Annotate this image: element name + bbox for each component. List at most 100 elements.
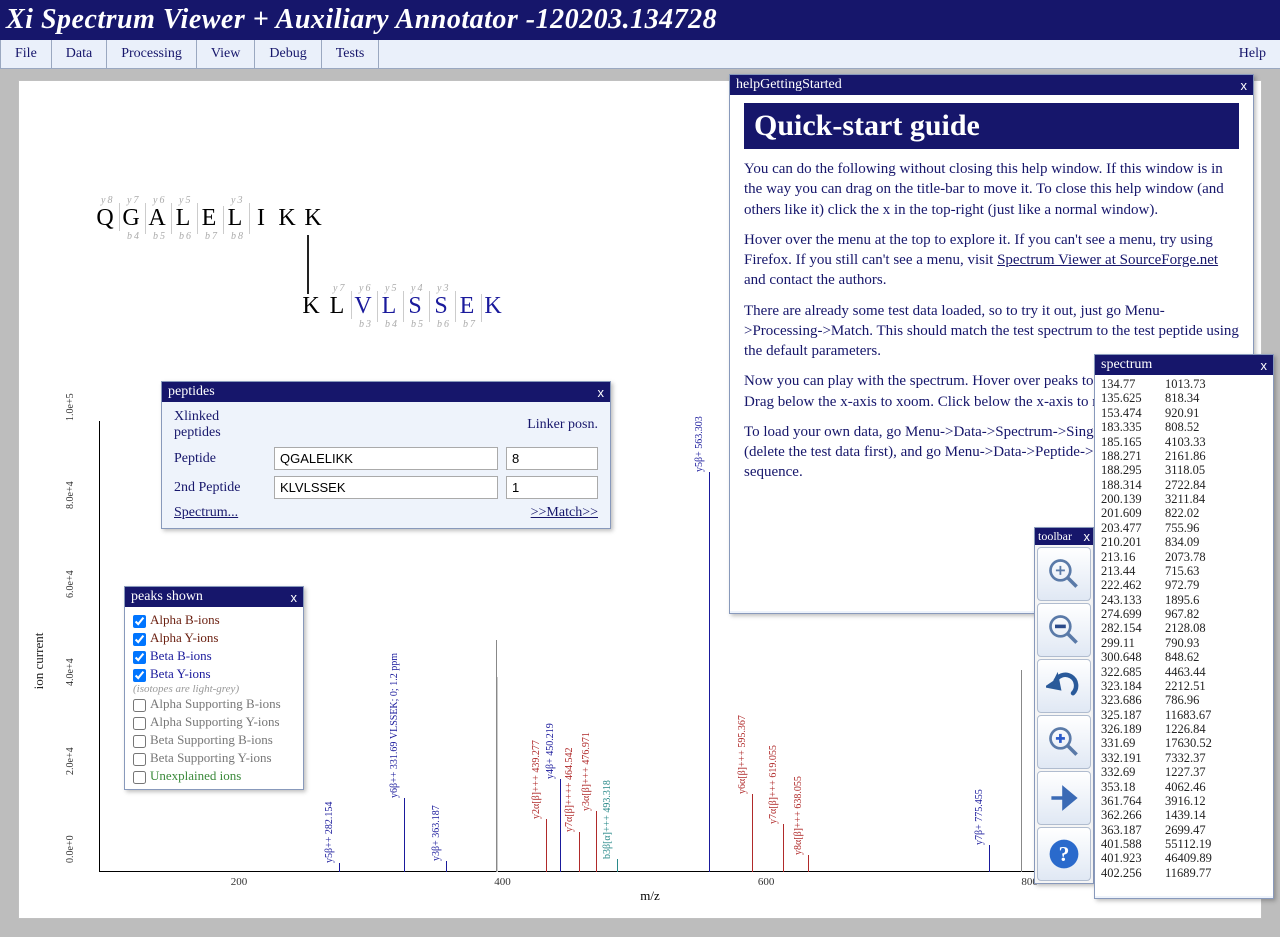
residue: Ly3b8: [225, 205, 247, 232]
zoom-fit-button[interactable]: [1037, 715, 1091, 769]
residue: K: [483, 293, 505, 320]
checkbox[interactable]: [133, 615, 146, 628]
spectrum-row: 243.1331895.6: [1101, 593, 1267, 607]
spectrum-row: 322.6854463.44: [1101, 665, 1267, 679]
checkbox[interactable]: [133, 633, 146, 646]
peak-filter-option[interactable]: Beta Supporting Y-ions: [133, 749, 295, 767]
peak-filter-option[interactable]: Beta B-ions: [133, 647, 295, 665]
menu-processing[interactable]: Processing: [107, 40, 197, 68]
checkbox[interactable]: [133, 651, 146, 664]
undo-button[interactable]: [1037, 659, 1091, 713]
menu-debug[interactable]: Debug: [255, 40, 321, 68]
spectrum-row: 326.1891226.84: [1101, 722, 1267, 736]
peak[interactable]: y8α[β]+++ 638.055: [808, 855, 809, 872]
checkbox[interactable]: [133, 735, 146, 748]
spectrum-row: 362.2661439.14: [1101, 808, 1267, 822]
peak-filter-option[interactable]: Alpha Supporting Y-ions: [133, 713, 295, 731]
peak-filter-option[interactable]: Beta Y-ions: [133, 665, 295, 683]
peptide2-label: 2nd Peptide: [170, 473, 270, 502]
spectrum-panel-title[interactable]: spectrum x: [1095, 355, 1273, 375]
svg-text:?: ?: [1059, 842, 1070, 866]
checkbox[interactable]: [133, 753, 146, 766]
residue: Sy3b6: [431, 293, 453, 320]
toolbar-panel: toolbar x ?: [1034, 527, 1094, 884]
zoom-in-button[interactable]: [1037, 547, 1091, 601]
menu-tests[interactable]: Tests: [322, 40, 380, 68]
spectrum-row: 222.462972.79: [1101, 578, 1267, 592]
spectrum-row: 183.335808.52: [1101, 420, 1267, 434]
toolbar-panel-title[interactable]: toolbar x: [1035, 528, 1093, 545]
close-icon[interactable]: x: [1261, 358, 1268, 373]
spectrum-data-list[interactable]: 134.771013.73135.625818.34153.474920.911…: [1095, 375, 1273, 896]
spectrum-row: 188.3142722.84: [1101, 478, 1267, 492]
match-link[interactable]: >>Match>>: [531, 505, 598, 520]
peak-filter-option[interactable]: Alpha B-ions: [133, 611, 295, 629]
sourceforge-link[interactable]: Spectrum Viewer at SourceForge.net: [997, 252, 1218, 268]
close-icon[interactable]: x: [1084, 529, 1091, 544]
spectrum-row: 188.2712161.86: [1101, 449, 1267, 463]
spectrum-row: 332.691227.37: [1101, 765, 1267, 779]
spectrum-row: 134.771013.73: [1101, 377, 1267, 391]
residue: Qy8: [95, 205, 117, 232]
close-icon[interactable]: x: [291, 590, 298, 605]
peak-filter-option[interactable]: Alpha Supporting B-ions: [133, 695, 295, 713]
spectrum-row: 363.1872699.47: [1101, 823, 1267, 837]
checkbox[interactable]: [133, 771, 146, 784]
peptides-header: Xlinked peptides: [170, 406, 270, 444]
magnify-plus-icon: [1046, 556, 1082, 592]
peak[interactable]: y7β+ 775.455: [989, 845, 990, 872]
spectrum-row: 323.1842212.51: [1101, 679, 1267, 693]
peptide2-input[interactable]: [274, 476, 498, 499]
arrow-right-icon: [1046, 780, 1082, 816]
crosslink-line: [307, 235, 309, 294]
peak[interactable]: y3β+ 363.187: [446, 861, 447, 872]
peak[interactable]: y3α[β]+++ 476.971: [596, 811, 597, 872]
peak[interactable]: y7α[β]++++ 464.542: [579, 832, 580, 872]
peptides-panel-title[interactable]: peptides x: [162, 382, 610, 402]
linker2-input[interactable]: [506, 476, 598, 499]
menu-data[interactable]: Data: [52, 40, 107, 68]
peaks-panel-title[interactable]: peaks shown x: [125, 587, 303, 607]
peak[interactable]: [1021, 670, 1022, 872]
checkbox[interactable]: [133, 669, 146, 682]
menu-help[interactable]: Help: [1225, 40, 1280, 68]
spectrum-link[interactable]: Spectrum...: [174, 505, 238, 520]
residue: Ly5b6: [173, 205, 195, 232]
close-icon[interactable]: x: [1241, 78, 1248, 93]
residue: Gy7b4: [121, 205, 143, 232]
peak[interactable]: y2α[β]+++ 439.277: [546, 819, 547, 872]
menu-view[interactable]: View: [197, 40, 255, 68]
spectrum-row: 210.201834.09: [1101, 535, 1267, 549]
residue: K: [277, 205, 299, 232]
linker1-input[interactable]: [506, 447, 598, 470]
peak[interactable]: y5β+ 563.303: [709, 472, 710, 872]
spectrum-row: 401.92346409.89: [1101, 851, 1267, 865]
peak-filter-option[interactable]: Unexplained ions: [133, 767, 295, 785]
menu-file[interactable]: File: [0, 40, 52, 68]
magnify-plus-small-icon: [1046, 724, 1082, 760]
residue: Vy6b3: [353, 293, 375, 320]
checkbox[interactable]: [133, 699, 146, 712]
help-panel-title[interactable]: helpGettingStarted x: [730, 75, 1253, 95]
question-icon: ?: [1046, 836, 1082, 872]
peak[interactable]: y6α[β]+++ 595.367: [752, 794, 753, 872]
peak-filter-option[interactable]: Beta Supporting B-ions: [133, 731, 295, 749]
close-icon[interactable]: x: [598, 385, 605, 400]
help-button[interactable]: ?: [1037, 827, 1091, 881]
checkbox[interactable]: [133, 717, 146, 730]
peak[interactable]: b3β[α]+++ 493.318: [617, 859, 618, 872]
next-button[interactable]: [1037, 771, 1091, 825]
peak[interactable]: y5β++ 282.154: [339, 863, 340, 872]
peptide1-input[interactable]: [274, 447, 498, 470]
peak[interactable]: y7α[β]+++ 619.055: [783, 824, 784, 872]
peak[interactable]: [497, 677, 498, 872]
sequence-diagram: Qy8Gy7b4Ay6b5Ly5b6Eb7Ly3b8IKK KLy7Vy6b3L…: [69, 161, 669, 411]
peak[interactable]: y4β+ 450.219: [560, 779, 561, 872]
spectrum-row: 401.58855112.19: [1101, 837, 1267, 851]
peak[interactable]: y6β++ 331.69 VLSSEK; 0; 1.2 ppm: [404, 798, 405, 872]
help-heading: Quick-start guide: [744, 103, 1239, 149]
spectrum-row: 323.686786.96: [1101, 693, 1267, 707]
peak-filter-option[interactable]: Alpha Y-ions: [133, 629, 295, 647]
spectrum-row: 201.609822.02: [1101, 506, 1267, 520]
zoom-out-button[interactable]: [1037, 603, 1091, 657]
